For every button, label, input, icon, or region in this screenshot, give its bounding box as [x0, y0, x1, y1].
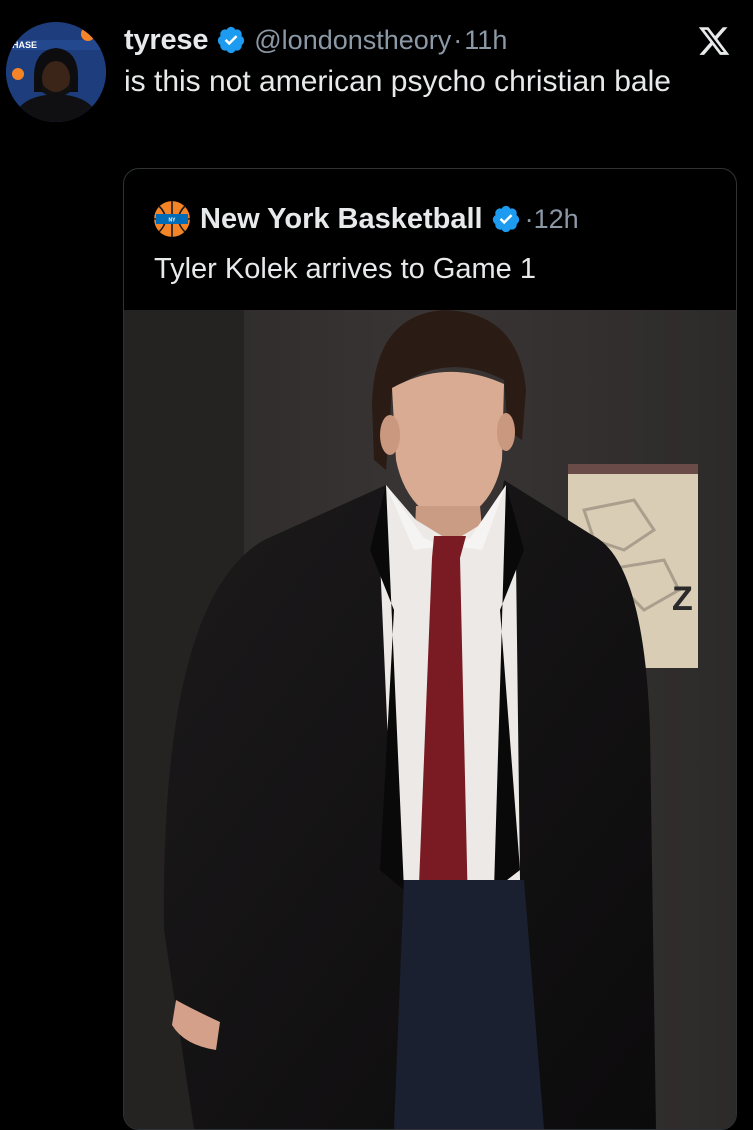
quoted-tweet-photo[interactable]: Z: [124, 310, 736, 1129]
avatar-sponsor-text: HASE: [12, 40, 37, 50]
author-name[interactable]: tyrese: [124, 24, 208, 57]
profile-photo-icon: HASE: [6, 22, 106, 122]
knicks-basketball-logo-icon: NY: [154, 201, 190, 237]
quoted-timestamp[interactable]: 12h: [534, 204, 579, 235]
verified-badge-icon: [492, 205, 519, 233]
x-logo-icon: [698, 27, 730, 55]
wall-sign-letter: Z: [672, 580, 693, 618]
tweet-text: is this not american psycho christian ba…: [124, 65, 671, 98]
quoted-tweet-text: Tyler Kolek arrives to Game 1: [154, 253, 536, 285]
tweet-header: tyrese @londonstheory · 11h: [124, 20, 507, 60]
verified-badge-icon: [218, 26, 245, 54]
quoted-tweet-header: NY New York Basketball · 12h: [154, 199, 579, 239]
svg-text:NY: NY: [169, 218, 177, 224]
tweet-timestamp[interactable]: 11h: [464, 25, 507, 56]
quoted-tweet-card[interactable]: NY New York Basketball · 12h Tyler Kolek…: [123, 168, 737, 1130]
separator-dot: ·: [453, 24, 463, 55]
separator-dot: ·: [524, 203, 534, 234]
author-handle[interactable]: @londonstheory: [254, 25, 451, 56]
quoted-author-name[interactable]: New York Basketball: [200, 203, 483, 236]
author-avatar[interactable]: HASE: [6, 22, 106, 122]
